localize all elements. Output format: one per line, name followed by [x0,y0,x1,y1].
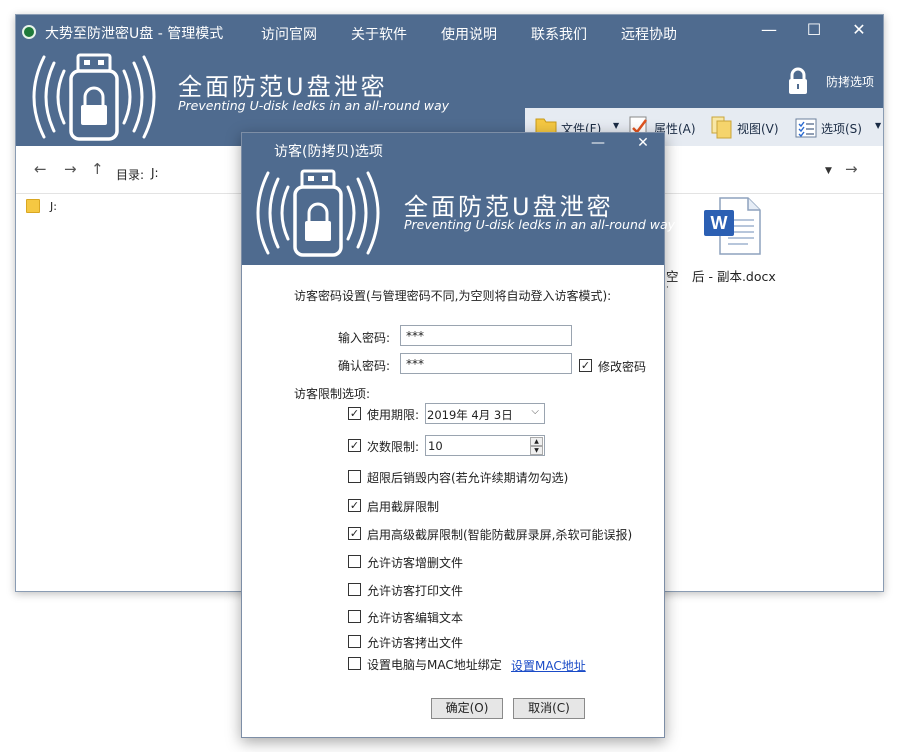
checkbox-unchecked-icon [348,657,361,670]
chevron-down-icon: ⌵ [531,406,539,417]
window-title: 大势至防泄密U盘 - 管理模式 [45,26,224,42]
minimize-button[interactable]: — [747,17,791,43]
spin-down-icon[interactable]: ▼ [530,446,543,455]
expiry-date-picker[interactable]: 2019年 4月 3日 ⌵ [425,403,545,424]
brand-subtitle: Preventing U-disk ledks in an all-round … [178,98,450,113]
option-label: 允许访客增删文件 [367,556,464,570]
folder-icon[interactable] [26,199,40,213]
option-label: 允许访客打印文件 [367,584,464,598]
option-label: 允许访客编辑文本 [367,611,464,625]
checkbox-unchecked-icon [348,635,361,648]
close-button[interactable]: ✕ [837,17,881,43]
maximize-button[interactable]: ☐ [792,17,836,43]
menu-contact-us[interactable]: 联系我们 [531,24,587,44]
path-dropdown-icon[interactable]: ▼ [825,166,832,176]
file-label-docx[interactable]: 后 - 副本.docx [692,266,776,285]
checkbox-unchecked-icon [348,555,361,568]
word-document-icon[interactable]: W [700,194,764,258]
change-password-label: 修改密码 [598,360,647,374]
view-icon [711,116,732,139]
forward-arrow-icon[interactable]: → [64,160,77,178]
menu-visit-website[interactable]: 访问官网 [261,24,317,44]
checkbox-checked-icon: ✓ [348,527,361,540]
ok-button[interactable]: 确定(O) [431,698,503,719]
menu-about-software[interactable]: 关于软件 [351,24,407,44]
checkbox-checked-icon: ✓ [348,439,361,452]
password-label: 输入密码: [338,331,391,345]
guest-options-dialog: 访客(防拷贝)选项 — ✕ 全面防范U盘泄密 Preventing U-disk… [241,132,675,738]
checkbox-checked-icon: ✓ [348,499,361,512]
menu-instructions[interactable]: 使用说明 [441,24,497,44]
go-arrow-icon[interactable]: → [845,160,858,178]
spin-up-icon[interactable]: ▲ [530,437,543,446]
option-label: 启用截屏限制 [367,500,440,514]
count-limit-value: 10 [428,439,443,453]
checkbox-unchecked-icon [348,610,361,623]
option-label: 允许访客拷出文件 [367,636,464,650]
lock-icon[interactable] [786,67,810,95]
svg-text:W: W [711,213,728,233]
checkbox-unchecked-icon [348,583,361,596]
option-label: 超限后销毁内容(若允许续期请勿勾选) [367,471,569,485]
password-input[interactable] [400,325,572,346]
back-arrow-icon[interactable]: ← [34,160,47,178]
dialog-body: 访客密码设置(与管理密码不同,为空则将自动登入访客模式): 输入密码: 确认密码… [242,133,664,737]
tree-item-root[interactable]: J: [50,200,57,213]
options-label: 选项(S) [821,122,862,136]
menu-remote-assist[interactable]: 远程协助 [621,24,677,44]
checkbox-unchecked-icon [348,470,361,483]
set-mac-address-link[interactable]: 设置MAC地址 [511,657,586,674]
count-limit-stepper[interactable]: 10 ▲ ▼ [425,435,545,456]
usb-lock-logo-icon [32,53,156,141]
limits-section-label: 访客限制选项: [294,387,371,401]
checklist-icon [795,118,817,138]
title-bar: 大势至防泄密U盘 - 管理模式 访问官网 关于软件 使用说明 联系我们 远程协助… [16,15,883,49]
checkbox-checked-icon: ✓ [579,359,592,372]
file-label-partial-dot: · [666,283,669,293]
app-icon [22,25,36,39]
confirm-password-label: 确认密码: [338,359,391,373]
cancel-button[interactable]: 取消(C) [513,698,585,719]
expiry-label: 使用期限: [367,408,420,422]
view-button[interactable]: 视图(V) [711,116,781,143]
option-label: 启用高级截屏限制(智能防截屏录屏,杀软可能误报) [367,528,633,542]
chevron-down-icon: ▼ [613,121,620,130]
option-label: 设置电脑与MAC地址绑定 [367,658,502,672]
path-value[interactable]: J: [151,166,159,180]
main-header: 大势至防泄密U盘 - 管理模式 访问官网 关于软件 使用说明 联系我们 远程协助… [16,15,883,146]
expiry-date-value: 2019年 4月 3日 [427,408,513,422]
chevron-down-icon: ▼ [875,121,882,130]
checkbox-checked-icon: ✓ [348,407,361,420]
antishot-options-link[interactable]: 防拷选项 [826,73,874,90]
count-limit-label: 次数限制: [367,440,420,454]
password-section-label: 访客密码设置(与管理密码不同,为空则将自动登入访客模式): [294,289,612,303]
view-label: 视图(V) [737,122,779,136]
up-arrow-icon[interactable]: ↑ [91,160,104,178]
confirm-password-input[interactable] [400,353,572,374]
brand-title: 全面防范U盘泄密 [178,73,388,101]
options-button[interactable]: 选项(S) ▼ [795,118,885,143]
path-label: 目录: [116,168,145,182]
